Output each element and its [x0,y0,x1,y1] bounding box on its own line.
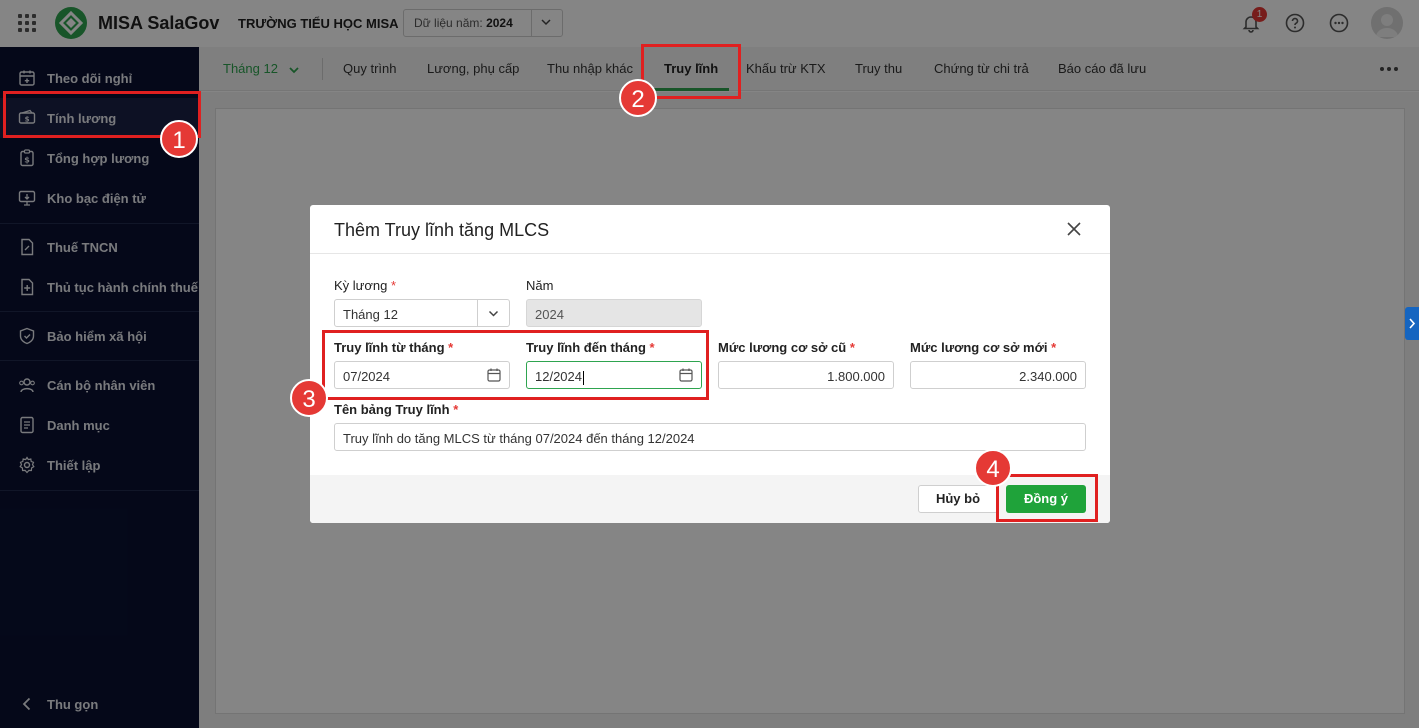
muc-luong-cu-label: Mức lương cơ sở cũ * [718,340,855,355]
muc-luong-moi-label: Mức lương cơ sở mới * [910,340,1057,355]
muc-luong-moi-field[interactable]: 2.340.000 [910,361,1086,389]
dialog-title: Thêm Truy lĩnh tăng MLCS [334,220,550,240]
cancel-button[interactable]: Hủy bỏ [918,485,998,513]
annotation-box-2 [641,44,741,99]
close-icon[interactable] [1065,220,1083,238]
annotation-marker-3: 3 [290,379,328,417]
annotation-marker-4: 4 [974,449,1012,487]
chevron-down-icon [488,310,499,317]
dialog-divider [310,253,1110,254]
annotation-box-4 [996,474,1098,522]
annotation-marker-2: 2 [619,79,657,117]
nam-label: Năm [526,278,554,293]
nam-field: 2024 [526,299,702,327]
annotation-box-3 [322,330,709,400]
ky-luong-select[interactable]: Tháng 12 [334,299,510,327]
ky-luong-label: Kỳ lương * [334,278,397,293]
annotation-marker-1: 1 [160,120,198,158]
chevron-right-icon [1409,318,1416,329]
muc-luong-cu-field[interactable]: 1.800.000 [718,361,894,389]
ten-bang-field[interactable]: Truy lĩnh do tăng MLCS từ tháng 07/2024 … [334,423,1086,451]
side-panel-handle[interactable] [1405,307,1419,340]
ten-bang-label: Tên bảng Truy lĩnh * [334,402,459,417]
